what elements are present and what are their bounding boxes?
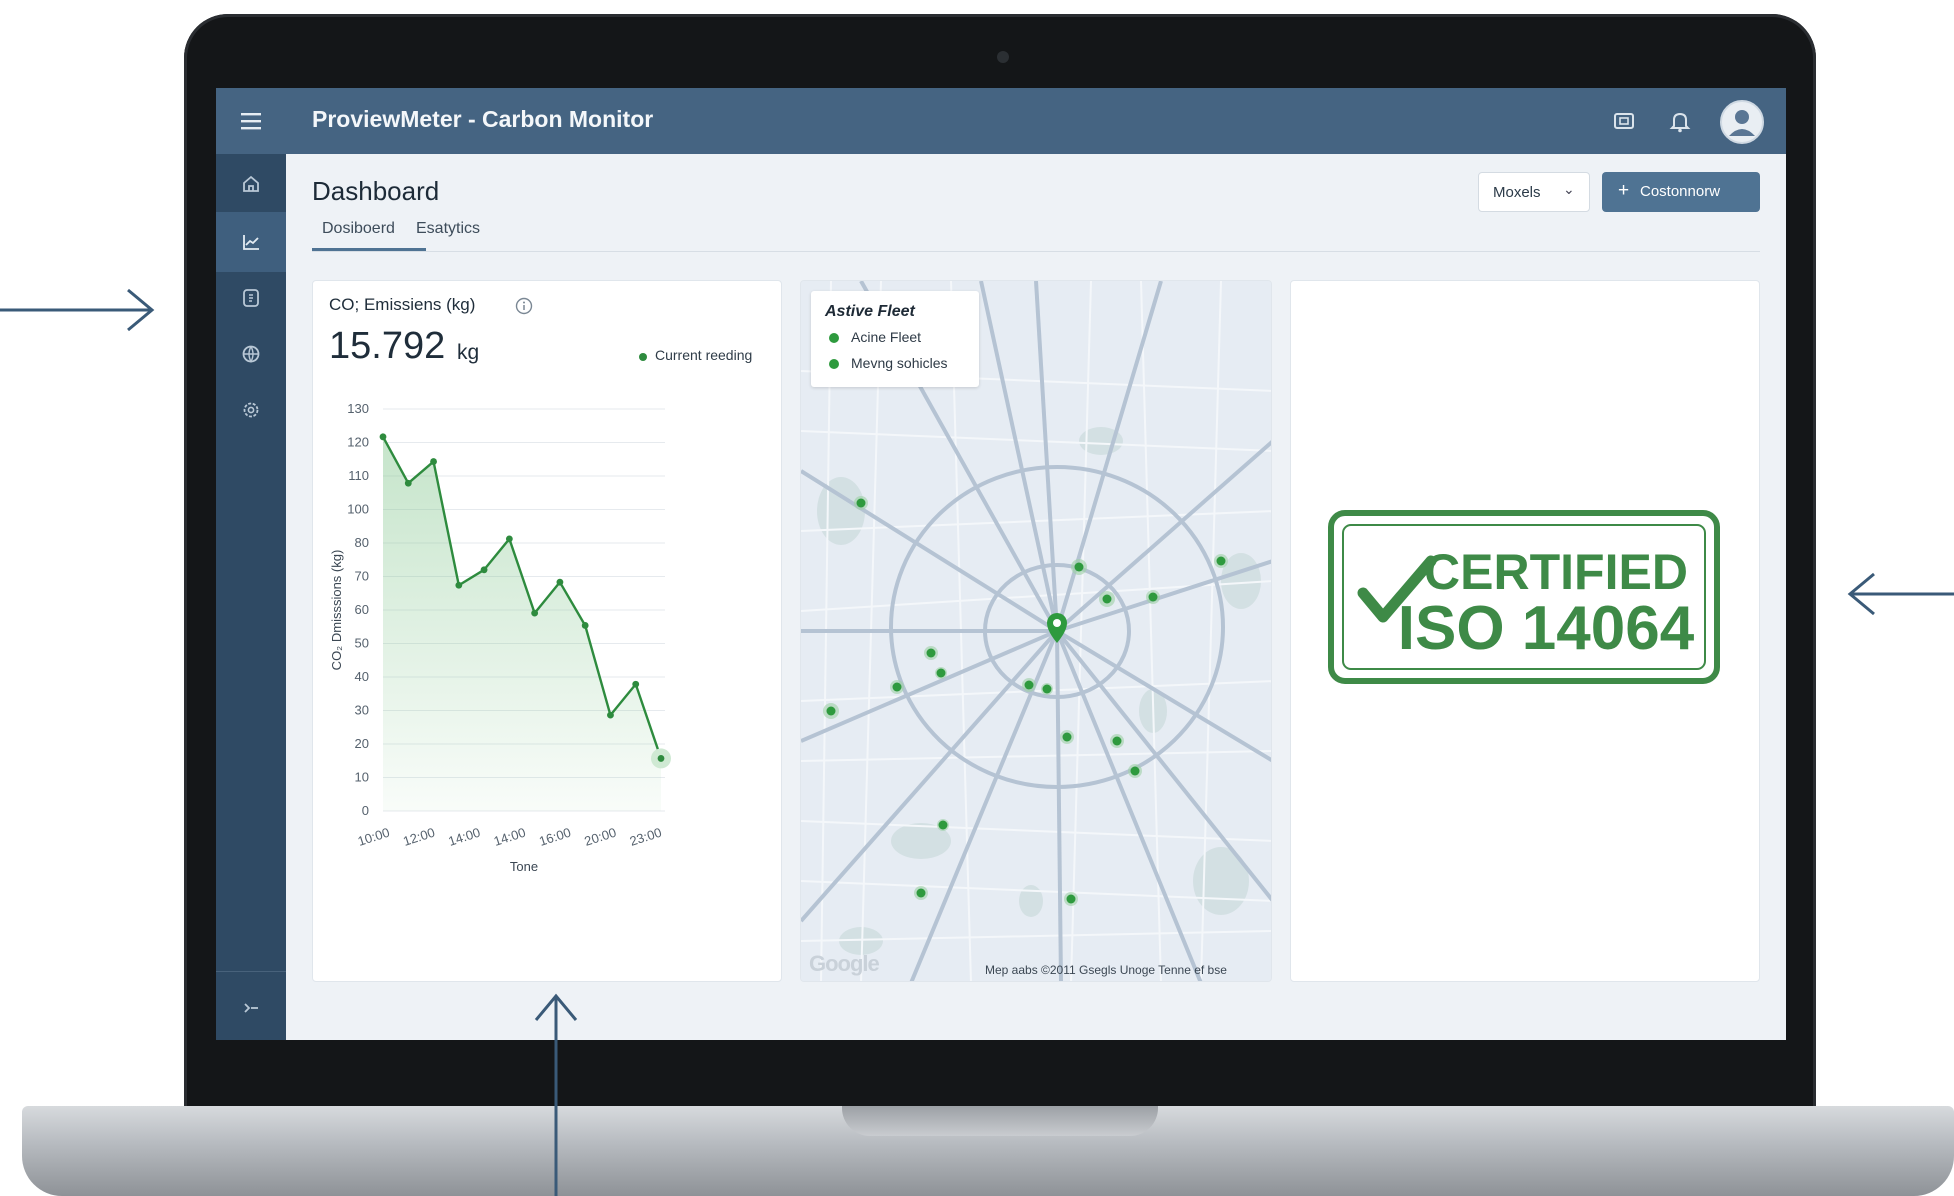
user-avatar-icon bbox=[1729, 110, 1755, 136]
data-point bbox=[455, 581, 463, 589]
y-tick-label: 10 bbox=[355, 770, 369, 785]
cast-button[interactable] bbox=[1610, 107, 1638, 135]
y-tick-label: 30 bbox=[355, 703, 369, 718]
legend-label: Current reeding bbox=[655, 347, 753, 363]
emissions-line-chart: 0 10 20 30 40 50 60 70 80 100 110 120 130 CO₂ Dmisssi… bbox=[329, 401, 671, 874]
page-title: Dashboard bbox=[312, 176, 440, 206]
right-callout-arrow bbox=[1847, 572, 1954, 616]
home-icon bbox=[243, 175, 259, 192]
bottom-callout-arrow bbox=[534, 993, 578, 1196]
y-tick-label: 100 bbox=[347, 502, 369, 517]
sidebar-item-settings[interactable] bbox=[216, 380, 286, 440]
data-point bbox=[531, 609, 539, 617]
sidebar-item-analytics[interactable] bbox=[216, 212, 286, 272]
left-callout-arrow bbox=[0, 288, 155, 332]
data-point bbox=[480, 566, 488, 574]
x-axis-label: Tone bbox=[510, 859, 538, 874]
certification-card: CERTIFIED ISO 14064 bbox=[1290, 280, 1760, 982]
sidebar-divider bbox=[216, 971, 286, 972]
legend-dot-moving bbox=[829, 359, 839, 369]
x-tick-label: 10:00 bbox=[356, 825, 392, 849]
main-content: Dashboard Moxels ⌄ + Costonnorw Dosiboer… bbox=[286, 154, 1786, 1040]
info-icon[interactable] bbox=[515, 297, 533, 315]
data-point bbox=[556, 578, 564, 586]
data-point bbox=[404, 479, 412, 487]
tab-dashboard[interactable]: Dosiboerd bbox=[322, 220, 395, 238]
tabs-divider bbox=[312, 251, 1760, 252]
map-attribution[interactable]: Mep aabs ©2011 Gsegls Unoge Tenne ef bse bbox=[985, 963, 1227, 977]
document-icon bbox=[243, 289, 259, 307]
iso-standard-text: ISO 14064 bbox=[1398, 594, 1695, 663]
sidebar-item-global[interactable] bbox=[216, 324, 286, 384]
menu-icon bbox=[241, 113, 261, 130]
app-title: ProviewMeter - Carbon Monitor bbox=[312, 106, 654, 132]
x-tick-label: 16:00 bbox=[537, 825, 573, 849]
chart-icon bbox=[243, 235, 259, 250]
legend-label-active: Acine Fleet bbox=[851, 329, 922, 345]
y-tick-label: 110 bbox=[348, 468, 369, 483]
x-tick-label: 23:00 bbox=[628, 825, 664, 849]
x-tick-label: 20:00 bbox=[582, 825, 618, 849]
map-provider-logo: Google bbox=[809, 951, 880, 976]
data-point bbox=[379, 433, 387, 441]
current-reading-unit: kg bbox=[457, 341, 480, 364]
legend-swatch bbox=[639, 353, 647, 361]
bell-icon bbox=[1669, 112, 1691, 133]
data-point bbox=[581, 622, 589, 629]
sidebar bbox=[216, 154, 286, 1040]
map-legend-title: Astive Fleet bbox=[825, 303, 915, 320]
data-point bbox=[657, 755, 665, 762]
map-legend: Astive Fleet Acine Fleet Mevng sohicles bbox=[811, 291, 979, 387]
settings-icon bbox=[243, 402, 259, 418]
y-tick-label: 50 bbox=[355, 636, 369, 651]
y-tick-label: 130 bbox=[347, 401, 369, 416]
data-point bbox=[505, 535, 513, 543]
globe-icon bbox=[242, 345, 260, 363]
legend-label-moving: Mevng sohicles bbox=[851, 355, 948, 371]
notifications-button[interactable] bbox=[1666, 107, 1694, 135]
plus-icon: + bbox=[1618, 180, 1630, 201]
app-screen: ProviewMeter - Carbon Monitor Dashboard … bbox=[216, 88, 1786, 1040]
cast-icon bbox=[1614, 113, 1634, 129]
sidebar-collapse-button[interactable] bbox=[216, 978, 286, 1038]
y-tick-label: 70 bbox=[355, 569, 369, 584]
webcam-icon bbox=[997, 51, 1009, 63]
fleet-map-card[interactable]: Astive Fleet Acine Fleet Mevng sohicles … bbox=[800, 280, 1272, 982]
certified-text: CERTIFIED bbox=[1424, 544, 1688, 600]
sidebar-item-home[interactable] bbox=[216, 154, 286, 214]
collapse-icon bbox=[244, 1003, 258, 1013]
user-avatar[interactable] bbox=[1720, 100, 1764, 144]
models-dropdown-label: Moxels bbox=[1493, 184, 1541, 201]
menu-button[interactable] bbox=[238, 108, 264, 134]
x-tick-label: 14:00 bbox=[492, 825, 528, 849]
active-tab-indicator bbox=[312, 248, 426, 251]
y-tick-label: 80 bbox=[355, 535, 369, 550]
y-tick-label: 40 bbox=[355, 669, 369, 684]
x-tick-label: 14:00 bbox=[446, 825, 482, 849]
y-tick-label: 0 bbox=[362, 803, 369, 818]
sidebar-item-reports[interactable] bbox=[216, 268, 286, 328]
chart-title: CO; Emissiens (kg) bbox=[329, 295, 476, 314]
data-point bbox=[632, 680, 640, 688]
x-tick-label: 12:00 bbox=[401, 825, 437, 849]
primary-action-button[interactable]: + Costonnorw bbox=[1602, 172, 1760, 212]
top-bar: ProviewMeter - Carbon Monitor bbox=[216, 88, 1786, 154]
chevron-down-icon: ⌄ bbox=[1563, 181, 1575, 197]
primary-action-label: Costonnorw bbox=[1640, 183, 1721, 200]
y-tick-label: 60 bbox=[355, 602, 369, 617]
emissions-area bbox=[383, 436, 661, 811]
y-tick-label: 120 bbox=[347, 435, 369, 450]
laptop-opening-notch bbox=[842, 1106, 1158, 1136]
emissions-chart-card: CO; Emissiens (kg) 15.792 kg Current ree… bbox=[312, 280, 782, 982]
models-dropdown[interactable]: Moxels ⌄ bbox=[1478, 172, 1590, 212]
y-tick-label: 20 bbox=[355, 736, 369, 751]
legend-dot-active bbox=[829, 333, 839, 343]
data-point bbox=[430, 458, 437, 465]
iso-certified-stamp: CERTIFIED ISO 14064 bbox=[1328, 510, 1720, 684]
current-reading-value: 15.792 bbox=[329, 325, 446, 367]
tab-analytics[interactable]: Esatytics bbox=[416, 220, 480, 238]
y-axis-label: CO₂ Dmisssions (kg) bbox=[329, 550, 344, 671]
data-point bbox=[607, 711, 614, 719]
